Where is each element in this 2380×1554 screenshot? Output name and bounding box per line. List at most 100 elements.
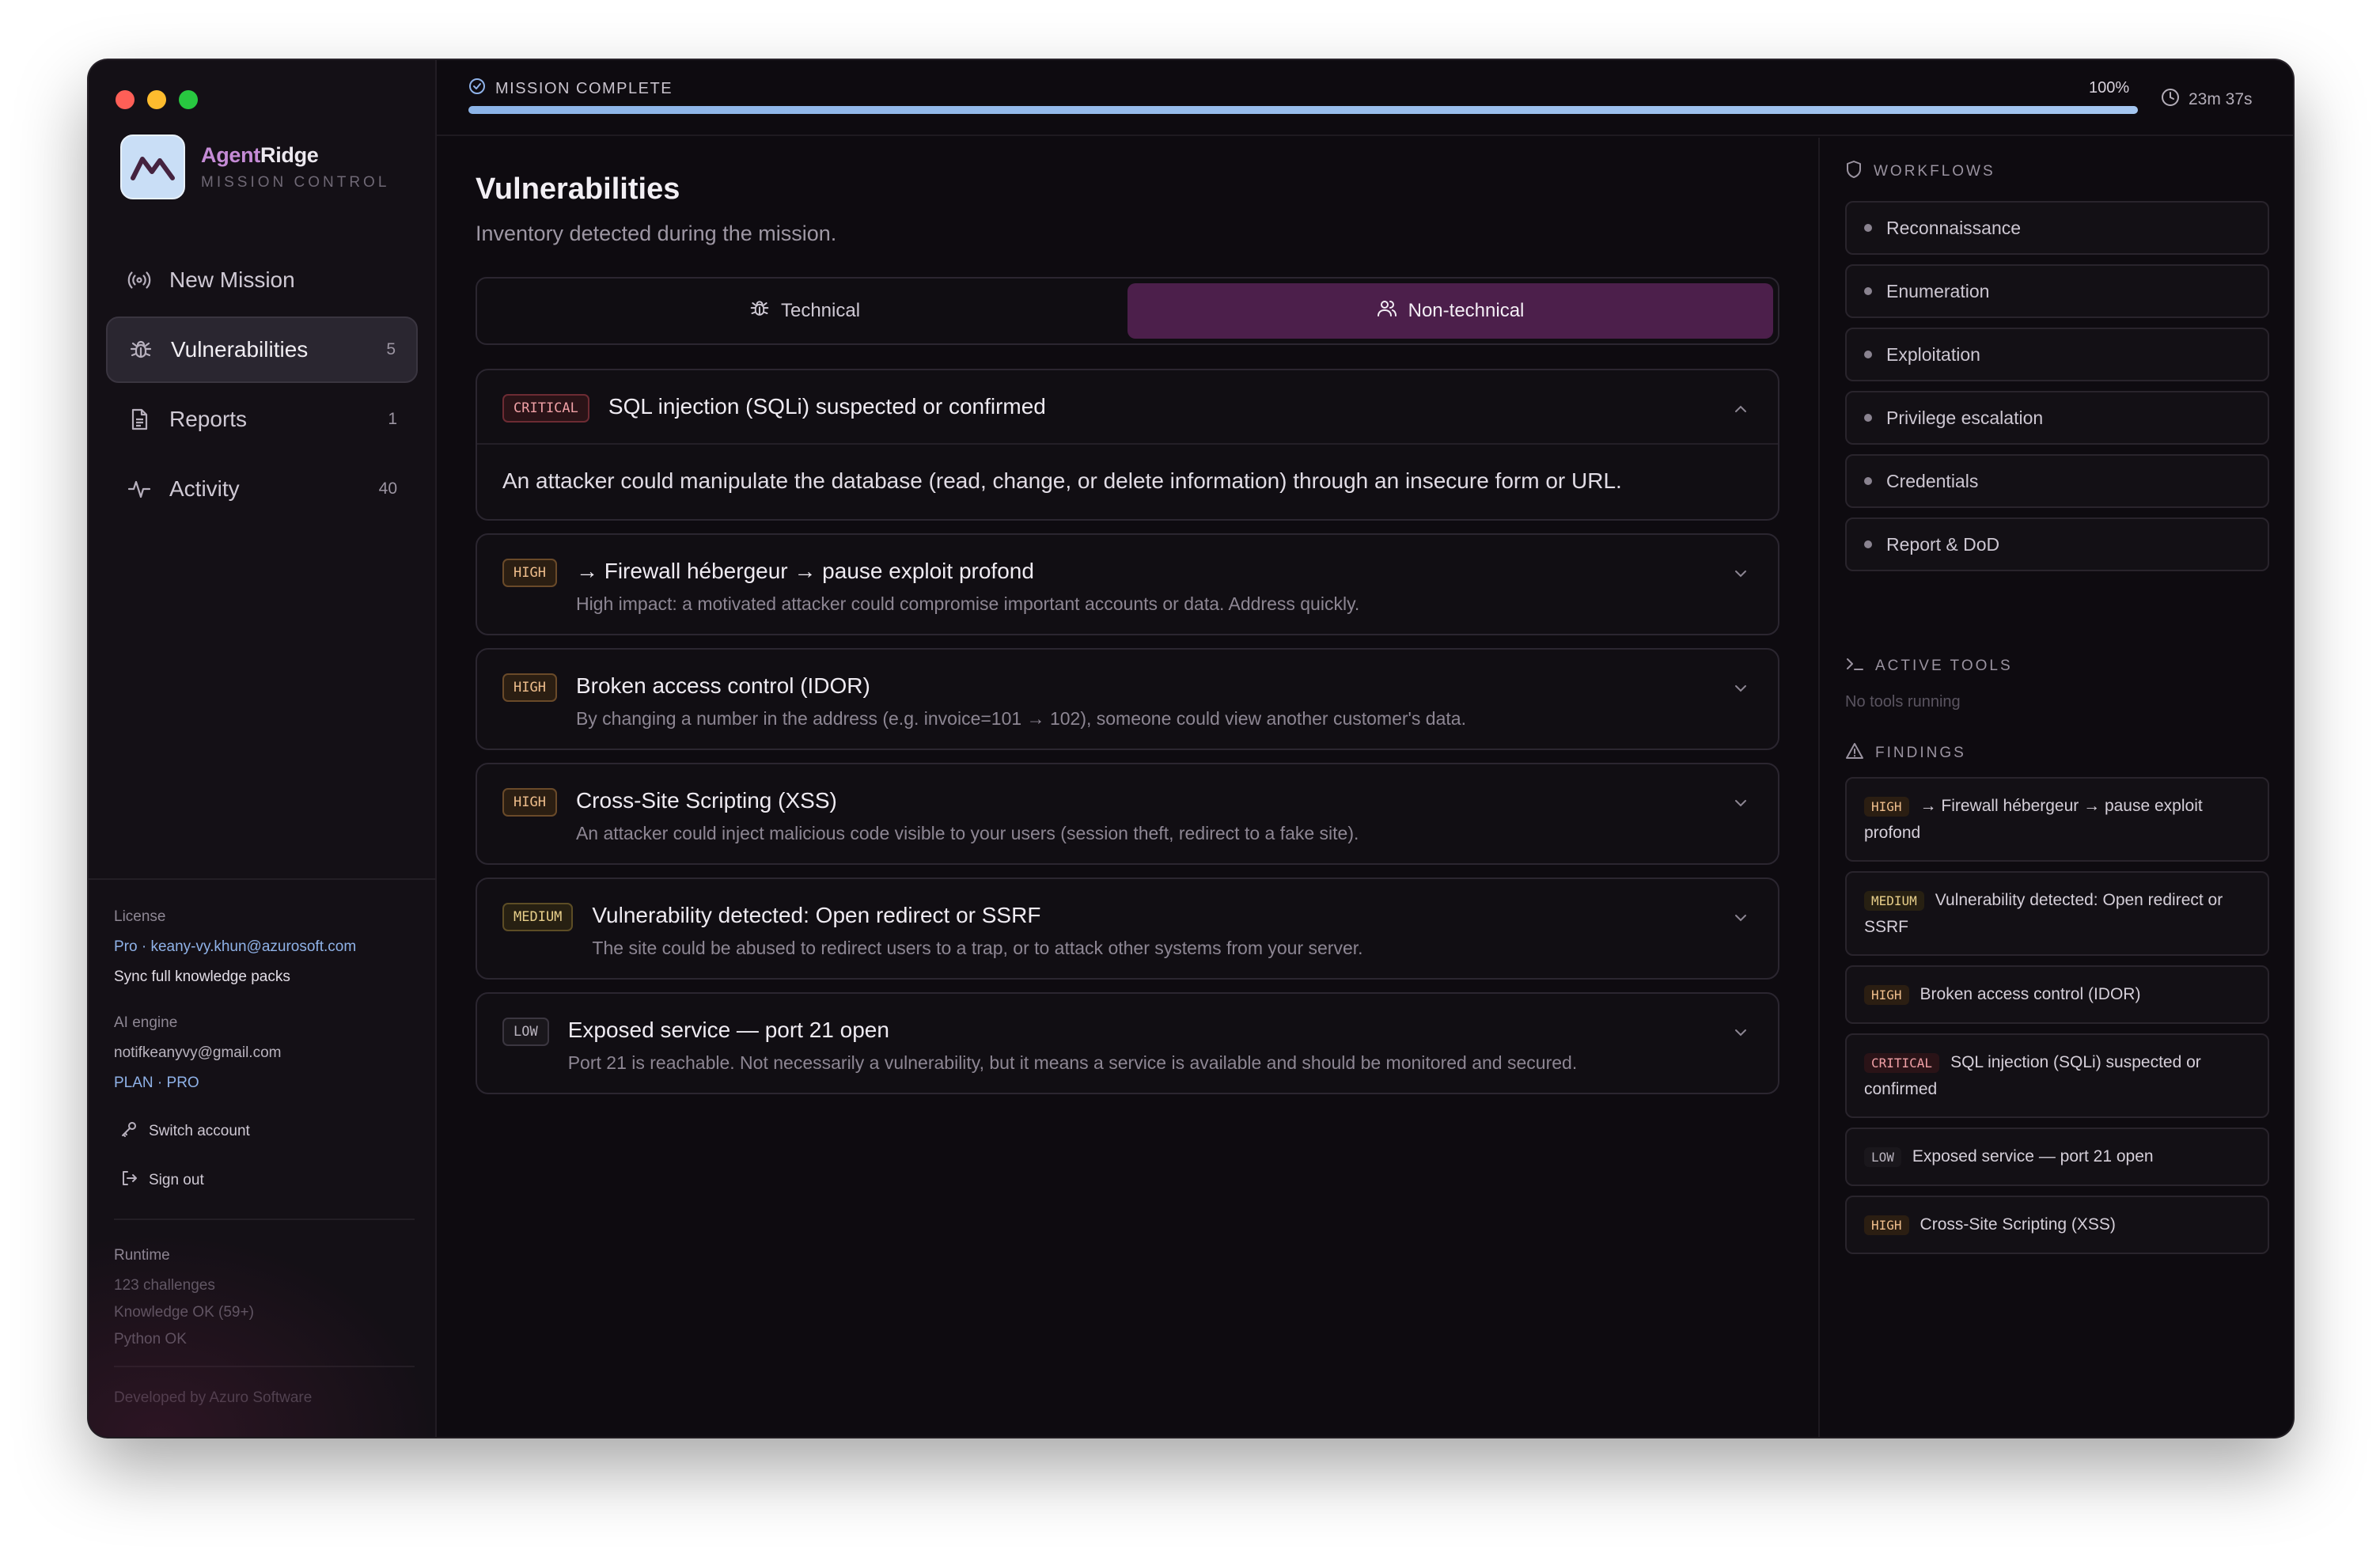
switch-account-button[interactable]: Switch account bbox=[114, 1120, 415, 1143]
license-heading: License bbox=[114, 908, 166, 925]
tab-non-technical[interactable]: Non-technical bbox=[1127, 283, 1773, 339]
vulnerability-card[interactable]: MEDIUM Vulnerability detected: Open redi… bbox=[476, 877, 1779, 980]
mission-status: MISSION COMPLETE bbox=[468, 78, 673, 100]
nav-label: New Mission bbox=[169, 267, 295, 292]
sidebar: AgentRidge MISSION CONTROL New Mission V… bbox=[89, 60, 437, 1437]
tab-label: Technical bbox=[780, 300, 861, 321]
active-tools-heading: ACTIVE TOOLS bbox=[1875, 658, 2013, 674]
vulnerability-description: By changing a number in the address (e.g… bbox=[575, 708, 1466, 729]
severity-badge: LOW bbox=[1864, 1147, 1901, 1167]
mission-progress-bar bbox=[468, 106, 2138, 114]
sidebar-item-new-mission[interactable]: New Mission bbox=[106, 247, 418, 313]
vulnerability-card[interactable]: LOW Exposed service — port 21 open Port … bbox=[476, 992, 1779, 1094]
ai-engine-heading: AI engine bbox=[114, 1014, 178, 1031]
runtime-line: Knowledge OK (59+) bbox=[114, 1304, 254, 1321]
timer-value: 23m 37s bbox=[2189, 90, 2253, 108]
workflow-item[interactable]: Enumeration bbox=[1845, 264, 2269, 318]
chevron-down-icon[interactable] bbox=[1732, 565, 1749, 586]
nav-label: Reports bbox=[169, 407, 248, 431]
workflow-label: Exploitation bbox=[1886, 343, 1980, 365]
vulnerability-card[interactable]: HIGH Broken access control (IDOR) By cha… bbox=[476, 648, 1779, 750]
sync-knowledge-link[interactable]: Sync full knowledge packs bbox=[114, 968, 415, 986]
app-window: AgentRidge MISSION CONTROL New Mission V… bbox=[89, 60, 2293, 1437]
workflow-label: Reconnaissance bbox=[1886, 217, 2022, 238]
chevron-down-icon[interactable] bbox=[1732, 1024, 1749, 1045]
severity-badge: HIGH bbox=[1864, 1215, 1909, 1235]
chevron-down-icon[interactable] bbox=[1732, 680, 1749, 701]
main-content: Vulnerabilities Inventory detected durin… bbox=[437, 138, 1817, 1437]
severity-badge: HIGH bbox=[1864, 985, 1909, 1005]
finding-item[interactable]: HIGH Broken access control (IDOR) bbox=[1845, 965, 2269, 1024]
zoom-window-button[interactable] bbox=[179, 90, 198, 109]
vulnerability-title: Broken access control (IDOR) bbox=[575, 673, 870, 698]
vulnerability-title: Cross-Site Scripting (XSS) bbox=[575, 788, 837, 813]
vulnerability-card[interactable]: CRITICAL SQL injection (SQLi) suspected … bbox=[476, 369, 1779, 521]
workflows-header: WORKFLOWS bbox=[1845, 160, 1995, 184]
finding-title: Cross-Site Scripting (XSS) bbox=[1920, 1215, 2116, 1234]
warning-icon bbox=[1845, 742, 1864, 764]
workflow-item[interactable]: Reconnaissance bbox=[1845, 201, 2269, 255]
workflow-label: Privilege escalation bbox=[1886, 407, 2044, 428]
workflow-label: Enumeration bbox=[1886, 280, 1990, 301]
window-controls bbox=[116, 90, 198, 109]
brand-name: AgentRidge bbox=[201, 142, 319, 167]
sign-out-button[interactable]: Sign out bbox=[114, 1169, 415, 1192]
sidebar-item-reports[interactable]: Reports 1 bbox=[106, 386, 418, 453]
finding-item[interactable]: HIGH → Firewall hébergeur → pause exploit… bbox=[1845, 777, 2269, 862]
key-icon bbox=[120, 1120, 138, 1143]
severity-badge: CRITICAL bbox=[1864, 1053, 1940, 1073]
nav-count: 40 bbox=[378, 479, 397, 498]
close-window-button[interactable] bbox=[116, 90, 135, 109]
finding-item[interactable]: LOW Exposed service — port 21 open bbox=[1845, 1128, 2269, 1186]
tab-label: Non-technical bbox=[1408, 300, 1525, 321]
vulnerability-card[interactable]: HIGH Cross-Site Scripting (XSS) An attac… bbox=[476, 763, 1779, 865]
vulnerability-list: CRITICAL SQL injection (SQLi) suspected … bbox=[476, 369, 1779, 1107]
finding-title: Exposed service — port 21 open bbox=[1912, 1147, 2154, 1166]
mission-status-bar: MISSION COMPLETE 100% 23m 37s bbox=[437, 60, 2293, 136]
workflow-item[interactable]: Report & DoD bbox=[1845, 517, 2269, 571]
finding-item[interactable]: HIGH Cross-Site Scripting (XSS) bbox=[1845, 1196, 2269, 1254]
workflow-label: Report & DoD bbox=[1886, 533, 2000, 555]
tab-technical[interactable]: Technical bbox=[482, 283, 1127, 339]
workflow-item[interactable]: Credentials bbox=[1845, 454, 2269, 508]
finding-item[interactable]: MEDIUM Vulnerability detected: Open redir… bbox=[1845, 871, 2269, 956]
workflow-item[interactable]: Privilege escalation bbox=[1845, 391, 2269, 445]
brand-subtitle: MISSION CONTROL bbox=[201, 173, 390, 191]
chevron-down-icon[interactable] bbox=[1732, 909, 1749, 931]
switch-account-label: Switch account bbox=[149, 1123, 250, 1139]
nav-count: 1 bbox=[388, 410, 397, 428]
sidebar-divider bbox=[89, 878, 437, 880]
vulnerability-title: Vulnerability detected: Open redirect or… bbox=[592, 903, 1041, 927]
chevron-down-icon[interactable] bbox=[1732, 794, 1749, 816]
progress-percent: 100% bbox=[2089, 79, 2130, 97]
document-icon bbox=[127, 407, 152, 432]
status-dot bbox=[1864, 224, 1872, 232]
status-dot bbox=[1864, 477, 1872, 485]
vulnerability-description: High impact: a motivated attacker could … bbox=[575, 593, 1360, 614]
sidebar-item-activity[interactable]: Activity 40 bbox=[106, 456, 418, 522]
status-dot bbox=[1864, 414, 1872, 422]
severity-badge: HIGH bbox=[502, 788, 557, 817]
chevron-up-icon[interactable] bbox=[1732, 400, 1749, 422]
no-tools-message: No tools running bbox=[1845, 693, 1961, 711]
severity-badge: CRITICAL bbox=[502, 394, 589, 423]
finding-item[interactable]: CRITICAL SQL injection (SQLi) suspected o… bbox=[1845, 1033, 2269, 1118]
findings-heading: FINDINGS bbox=[1875, 745, 1966, 761]
vulnerability-card[interactable]: HIGH → Firewall hébergeur → pause exploi… bbox=[476, 533, 1779, 635]
mission-status-label: MISSION COMPLETE bbox=[495, 79, 673, 97]
sidebar-item-vulnerabilities[interactable]: Vulnerabilities 5 bbox=[106, 316, 418, 383]
radio-broadcast-icon bbox=[127, 267, 152, 293]
progress-fill bbox=[468, 106, 2138, 114]
brand: AgentRidge MISSION CONTROL bbox=[120, 135, 389, 199]
status-dot bbox=[1864, 287, 1872, 295]
nav-label: Activity bbox=[169, 476, 240, 501]
minimize-window-button[interactable] bbox=[147, 90, 166, 109]
workflow-item[interactable]: Exploitation bbox=[1845, 328, 2269, 381]
license-value: Pro · keany-vy.khun@azurosoft.com bbox=[114, 938, 357, 955]
sidebar-divider bbox=[114, 1366, 415, 1367]
severity-badge: HIGH bbox=[502, 559, 557, 587]
runtime-line: Python OK bbox=[114, 1331, 187, 1347]
workflows-heading: WORKFLOWS bbox=[1874, 163, 1995, 180]
vulnerability-title: SQL injection (SQLi) suspected or confir… bbox=[608, 394, 1046, 419]
terminal-icon bbox=[1845, 655, 1864, 677]
